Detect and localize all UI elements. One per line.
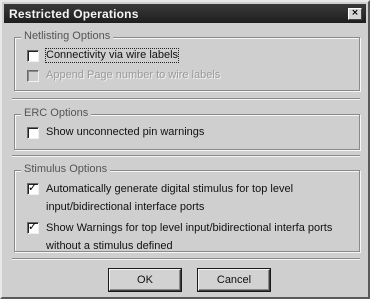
show-unconnected-pin-warnings-checkbox[interactable] (27, 127, 39, 139)
stimulus-options-group: Stimulus Options Automatically generate … (14, 163, 360, 255)
show-unconnected-pin-warnings-option[interactable]: Show unconnected pin warnings (27, 126, 204, 139)
separator (12, 98, 360, 100)
connectivity-via-wire-labels-label[interactable]: Connectivity via wire labels (44, 48, 180, 63)
dialog-title: Restricted Operations (9, 7, 139, 21)
netlisting-options-title: Netlisting Options (21, 30, 114, 42)
show-warnings-no-stimulus-label[interactable]: Show Warnings for top level input/bidire… (46, 219, 346, 255)
ok-button[interactable]: OK (109, 269, 181, 291)
show-warnings-no-stimulus-option[interactable]: Show Warnings for top level input/bidire… (27, 219, 346, 255)
connectivity-via-wire-labels-checkbox[interactable] (27, 50, 39, 62)
show-warnings-no-stimulus-checkbox[interactable] (27, 220, 39, 234)
append-page-number-option: Append Page number to wire labels (27, 69, 220, 82)
close-icon[interactable]: × (348, 8, 362, 20)
separator (12, 258, 360, 260)
show-unconnected-pin-warnings-label[interactable]: Show unconnected pin warnings (46, 126, 204, 139)
restricted-operations-dialog: Restricted Operations × Netlisting Optio… (0, 0, 370, 299)
auto-generate-digital-stimulus-label[interactable]: Automatically generate digital stimulus … (46, 180, 346, 216)
netlisting-options-group: Netlisting Options Connectivity via wire… (14, 30, 360, 91)
cancel-button[interactable]: Cancel (198, 269, 270, 291)
erc-options-group: ERC Options Show unconnected pin warning… (14, 107, 360, 150)
append-page-number-checkbox (27, 70, 39, 82)
separator (12, 155, 360, 157)
erc-options-title: ERC Options (21, 107, 92, 119)
title-bar[interactable]: Restricted Operations × (4, 4, 366, 23)
append-page-number-label: Append Page number to wire labels (46, 69, 221, 81)
stimulus-options-title: Stimulus Options (21, 163, 111, 175)
auto-generate-digital-stimulus-checkbox[interactable] (27, 181, 39, 195)
auto-generate-digital-stimulus-option[interactable]: Automatically generate digital stimulus … (27, 180, 346, 216)
connectivity-via-wire-labels-option[interactable]: Connectivity via wire labels (27, 48, 180, 63)
